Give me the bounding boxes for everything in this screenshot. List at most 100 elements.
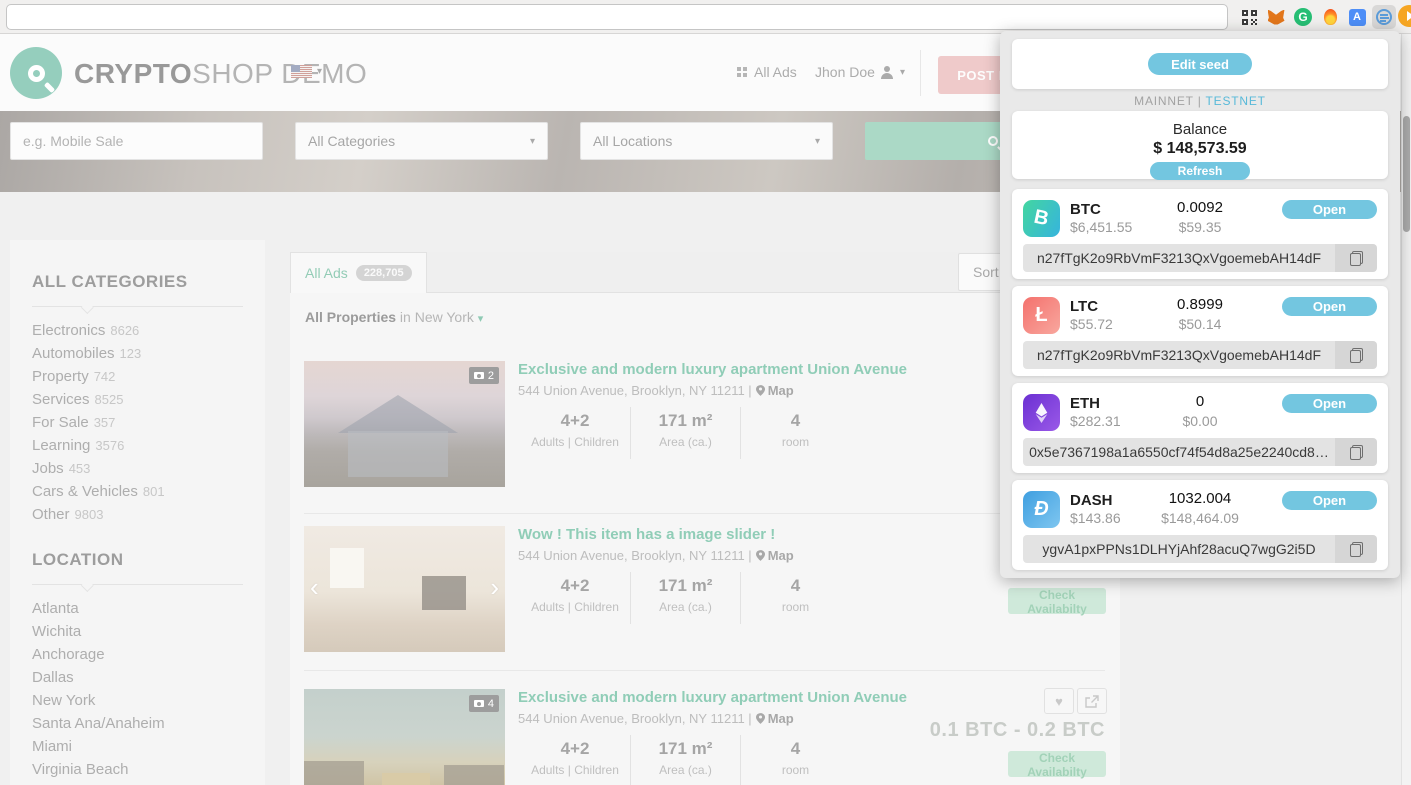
sidebar-location-wichita[interactable]: Wichita [32,620,243,643]
category-count: 453 [69,461,91,476]
sidebar-item-cars-vehicles[interactable]: Cars & Vehicles 801 [32,480,243,503]
stat-adults: 4+2Adults | Children [520,572,630,624]
search-input[interactable] [10,122,263,160]
browser-avatar[interactable] [1398,5,1411,27]
sidebar-item-other[interactable]: Other9803 [32,503,243,526]
open-button[interactable]: Open [1282,491,1377,510]
brand-bold: CRYPTO [74,58,192,89]
listing-photo-slider[interactable]: ‹ › [304,526,505,652]
sidebar-item-automobiles[interactable]: Automobiles123 [32,342,243,365]
location-title: LOCATION [32,550,243,570]
translate-extension-icon[interactable]: A [1345,5,1369,29]
sidebar-item-jobs[interactable]: Jobs453 [32,457,243,480]
wallet-address[interactable]: n27fTgK2o9RbVmF3213QxVgoemebAH14dF [1023,341,1335,369]
share-button[interactable] [1077,688,1107,714]
category-count: 801 [143,484,165,499]
scrollbar-thumb[interactable] [1403,116,1410,232]
address-bar[interactable] [6,4,1228,30]
photo-count-badge: 4 [469,695,499,712]
listing-stats: 4+2Adults | Children 171 m²Area (ca.) 4r… [520,735,850,785]
sidebar-item-property[interactable]: Property742 [32,365,243,388]
copy-address-button[interactable] [1335,341,1377,369]
flame-extension-icon[interactable] [1318,5,1342,29]
copy-address-button[interactable] [1335,244,1377,272]
wallet-address-bar: ygvA1pxPPNs1DLHYjAhf28acuQ7wgG2i5D [1023,535,1377,563]
wallet-price: $55.72 [1070,316,1113,332]
edit-seed-button[interactable]: Edit seed [1148,53,1252,75]
copy-address-button[interactable] [1335,535,1377,563]
screen: G A CRYPTOSHOP DEMO ▾ All Ads Jhon Doe ▾… [0,0,1411,785]
nav-all-ads[interactable]: All Ads [737,64,797,80]
listing-stats: 4+2Adults | Children 171 m²Area (ca.) 4r… [520,407,850,459]
category-select[interactable]: All Categories ▾ [295,122,548,160]
sidebar-location-new-york[interactable]: New York [32,689,243,712]
sidebar-location-anchorage[interactable]: Anchorage [32,643,243,666]
browser-toolbar: G A [0,0,1411,34]
open-button[interactable]: Open [1282,200,1377,219]
open-button[interactable]: Open [1282,394,1377,413]
sidebar-item-learning[interactable]: Learning3576 [32,434,243,457]
wallet-address[interactable]: n27fTgK2o9RbVmF3213QxVgoemebAH14dF [1023,244,1335,272]
wallet-extension-icon[interactable] [1372,5,1396,29]
chevron-down-icon[interactable]: ▾ [478,313,484,325]
metamask-extension-icon[interactable] [1264,5,1288,29]
wallet-amount: 0.8999 [1130,296,1270,313]
view-more-link[interactable]: View More (5) [32,781,243,785]
grammarly-extension-icon[interactable]: G [1291,5,1315,29]
favorite-button[interactable]: ♥ [1044,688,1074,714]
nav-all-ads-label: All Ads [754,64,797,80]
listing-photo[interactable]: 2 [304,361,505,487]
category-count: 9803 [75,507,104,522]
site-logo[interactable] [10,47,62,99]
sidebar-location-dallas[interactable]: Dallas [32,666,243,689]
wallet-price: $6,451.55 [1070,219,1132,235]
slider-prev-icon[interactable]: ‹ [310,574,319,600]
flame-icon [1324,9,1337,25]
sidebar-item-services[interactable]: Services8525 [32,388,243,411]
open-button[interactable]: Open [1282,297,1377,316]
testnet-link[interactable]: TESTNET [1206,94,1266,108]
listing-title[interactable]: Exclusive and modern luxury apartment Un… [518,689,907,706]
balance-label: Balance [1012,121,1388,138]
stat-rooms: 4room [740,572,850,624]
category-label: Cars & Vehicles [32,483,138,500]
listing-photo[interactable]: 4 [304,689,505,785]
tab-count-badge: 228,705 [356,265,412,281]
sidebar-location-virginia-beach[interactable]: Virginia Beach [32,758,243,781]
category-count: 3576 [95,438,124,453]
share-icon [1085,695,1099,708]
wallet-card-btc: B BTC $6,451.55 0.0092$59.35 Open n27fTg… [1012,189,1388,279]
copy-address-button[interactable] [1335,438,1377,466]
refresh-button[interactable]: Refresh [1150,162,1250,180]
listing-separator [304,513,1105,514]
stat-rooms: 4room [740,407,850,459]
brand-title[interactable]: CRYPTOSHOP DEMO [74,58,367,90]
chevron-down-icon: ▾ [900,67,905,78]
mainnet-link[interactable]: MAINNET [1134,94,1193,108]
wallet-address[interactable]: 0x5e7367198a1a6550cf74f54d8a25e2240cd8… [1023,438,1335,466]
listing-title[interactable]: Wow ! This item has a image slider ! [518,526,775,543]
check-availability-button[interactable]: Check Availabilty [1008,588,1106,614]
sidebar-item-electronics[interactable]: Electronics8626 [32,319,243,342]
balance-value: $ 148,573.59 [1012,140,1388,158]
wallet-address[interactable]: ygvA1pxPPNs1DLHYjAhf28acuQ7wgG2i5D [1023,535,1335,563]
slider-next-icon[interactable]: › [490,574,499,600]
filter-location[interactable]: in New York [400,309,474,325]
wallet-amounts: 0.0092$59.35 [1130,199,1270,235]
sidebar-location-miami[interactable]: Miami [32,735,243,758]
tab-all-ads[interactable]: All Ads 228,705 [290,252,427,293]
language-selector[interactable]: ▾ [291,65,322,78]
stat-area: 171 m²Area (ca.) [630,572,740,624]
qr-extension-icon[interactable] [1237,5,1261,29]
sidebar-item-for-sale[interactable]: For Sale357 [32,411,243,434]
translate-icon: A [1349,9,1366,26]
location-select[interactable]: All Locations ▾ [580,122,833,160]
filter-line: All Properties in New York ▾ [305,309,483,325]
user-menu[interactable]: Jhon Doe ▾ [815,64,905,80]
check-availability-button[interactable]: Check Availabilty [1008,751,1106,777]
listing-title[interactable]: Exclusive and modern luxury apartment Un… [518,361,907,378]
sidebar-location-atlanta[interactable]: Atlanta [32,597,243,620]
sidebar-location-santa-ana[interactable]: Santa Ana/Anaheim [32,712,243,735]
listing-price: 0.1 BTC - 0.2 BTC [705,719,1105,742]
wallet-symbol: DASH [1070,492,1113,509]
